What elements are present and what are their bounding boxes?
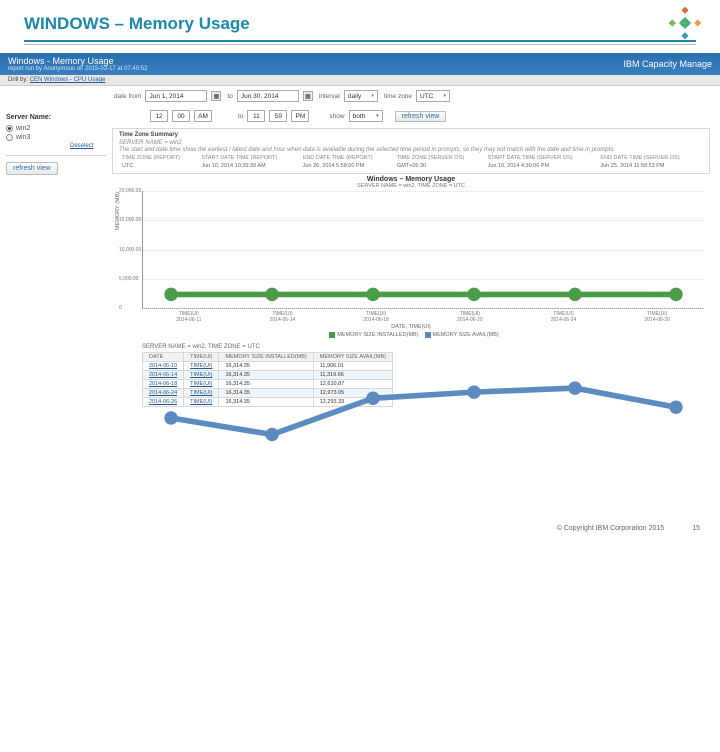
- divider: [24, 44, 696, 45]
- refresh-view-button[interactable]: refresh view: [6, 162, 58, 175]
- banner-title: Windows - Memory Usage: [8, 56, 114, 66]
- tz-header: TIME ZONE (REPORT): [119, 154, 198, 162]
- time-to-h[interactable]: 11: [247, 110, 265, 122]
- tz-caption-note: The start and date time show the earlies…: [119, 147, 703, 153]
- chart-subtitle: SERVER NAME = win2, TIME ZONE = UTC: [112, 183, 710, 189]
- date-from-input[interactable]: Jun 1, 2014: [145, 90, 207, 102]
- time-to-ap[interactable]: PM: [291, 110, 309, 122]
- show-label: show: [329, 113, 344, 120]
- calendar-icon[interactable]: ▦: [211, 91, 221, 101]
- date-from-label: date from: [114, 93, 141, 100]
- server-radio-win3[interactable]: win3: [6, 134, 106, 141]
- tz-cell: Jun 10, 2014 4:30:06 PM: [485, 162, 598, 170]
- divider: [24, 40, 696, 42]
- drill-label: Drill by:: [8, 77, 28, 83]
- app-banner: Windows - Memory Usage report run by Ano…: [0, 53, 720, 75]
- banner-product: IBM Capacity Manage: [623, 59, 712, 69]
- interval-label: interval: [319, 93, 340, 100]
- ytick: 10,000.00: [119, 247, 141, 253]
- date-to-input[interactable]: Jun 30, 2014: [237, 90, 299, 102]
- ytick: 5,000.00: [119, 276, 138, 282]
- radio-label: win3: [16, 134, 30, 141]
- ytick: 0: [119, 305, 122, 311]
- filter-toolbar: date from Jun 1, 2014 ▦ to Jun 30, 2014 …: [112, 86, 710, 106]
- ytick: 20,000.00: [119, 188, 141, 194]
- tz-header: END DATE TIME (REPORT): [300, 154, 394, 162]
- tz-header: START DATE TIME (REPORT): [198, 154, 299, 162]
- timezone-summary: Time Zone Summary SERVER NAME = win2 The…: [112, 128, 710, 174]
- timezone-select[interactable]: UTC: [416, 90, 450, 102]
- tz-cell: Jun 26, 2014 5:58:00 PM: [300, 162, 394, 170]
- drill-link[interactable]: CEN Windows - CPU Usage: [30, 77, 106, 83]
- tz-header: START DATE TIME (SERVER OS): [485, 154, 598, 162]
- server-name-label: Server Name:: [6, 114, 106, 121]
- to-label: to: [227, 93, 232, 100]
- server-radio-win2[interactable]: win2: [6, 125, 106, 132]
- slide-footer: © Copyright IBM Corporation 2015 15: [557, 525, 700, 532]
- tz-cell: GMT+05:30: [394, 162, 485, 170]
- tz-title: Time Zone Summary: [119, 132, 703, 138]
- tz-cell: Jun 25, 2014 11:58:53 PM: [597, 162, 703, 170]
- timezone-label: time zone: [384, 93, 412, 100]
- banner-subtitle: report run by Anonymous on 2015-03-17 at…: [8, 66, 147, 72]
- chart-ylabel: MEMORY (MB): [115, 192, 121, 230]
- brand-logo: [668, 6, 702, 42]
- app-screenshot: Windows - Memory Usage report run by Ano…: [0, 53, 720, 407]
- page-number: 15: [692, 525, 700, 532]
- tz-header: END DATE TIME (SERVER OS): [597, 154, 703, 162]
- time-from-h[interactable]: 12: [150, 110, 168, 122]
- ytick: 15,000.00: [119, 217, 141, 223]
- radio-label: win2: [16, 125, 30, 132]
- tz-cell: Jun 10, 2014 10:39:30 AM: [198, 162, 299, 170]
- filter-toolbar-2: 12 00 AM to 11 59 PM show both refresh v…: [112, 106, 710, 126]
- interval-select[interactable]: daily: [344, 90, 378, 102]
- chart-title: Windows – Memory Usage: [112, 176, 710, 183]
- copyright: © Copyright IBM Corporation 2015: [557, 525, 665, 532]
- drill-bar: Drill by: CEN Windows - CPU Usage: [0, 75, 720, 86]
- radio-icon: [6, 125, 13, 132]
- slide-title: WINDOWS – Memory Usage: [24, 14, 696, 34]
- refresh-view-button[interactable]: refresh view: [395, 111, 447, 122]
- tz-table: TIME ZONE (REPORT)START DATE TIME (REPOR…: [119, 154, 703, 170]
- time-to-m[interactable]: 59: [269, 110, 287, 122]
- radio-icon: [6, 134, 13, 141]
- deselect-link[interactable]: Deselect: [70, 143, 106, 149]
- tz-cell: UTC: [119, 162, 198, 170]
- calendar-icon[interactable]: ▦: [303, 91, 313, 101]
- sidebar: Server Name: win2 win3 Deselect refresh …: [0, 86, 112, 407]
- tz-caption-name: SERVER NAME = win2: [119, 140, 703, 146]
- memory-usage-chart: MEMORY (MB) 05,000.0010,000.0015,000.002…: [142, 191, 704, 309]
- to-label: to: [238, 113, 243, 120]
- tz-header: TIME ZONE (SERVER OS): [394, 154, 485, 162]
- time-from-ap[interactable]: AM: [194, 110, 212, 122]
- show-select[interactable]: both: [349, 110, 383, 122]
- time-from-m[interactable]: 00: [172, 110, 190, 122]
